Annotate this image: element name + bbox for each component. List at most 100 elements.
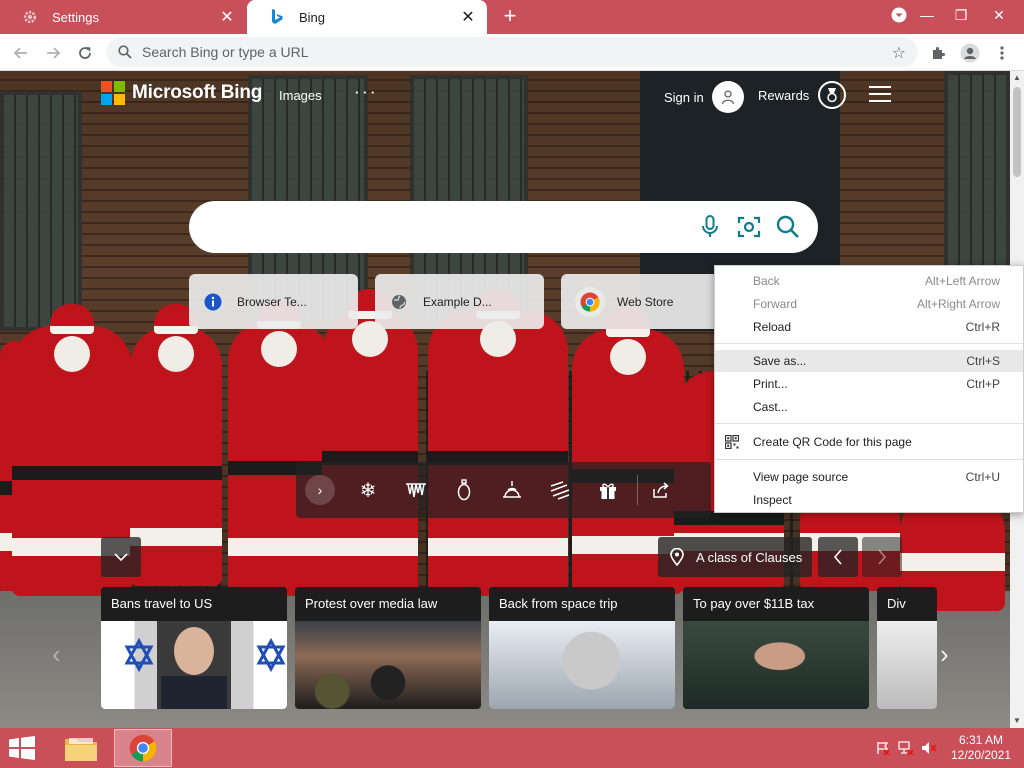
- browser-menu-button[interactable]: [989, 40, 1015, 66]
- microphone-icon[interactable]: [696, 213, 724, 241]
- more-options-icon[interactable]: · · ·: [355, 85, 375, 100]
- back-button[interactable]: [8, 40, 34, 66]
- address-input[interactable]: [142, 44, 842, 60]
- menu-item-print[interactable]: Print... Ctrl+P: [715, 373, 1023, 395]
- minimize-button[interactable]: —: [910, 2, 944, 28]
- tab-settings[interactable]: Settings ✕: [0, 0, 246, 34]
- nav-images-link[interactable]: Images: [279, 88, 322, 103]
- quick-link-example-domain[interactable]: Example D...: [375, 274, 544, 329]
- new-tab-button[interactable]: +: [499, 5, 521, 29]
- next-image-button[interactable]: [862, 537, 902, 577]
- reload-button[interactable]: [72, 40, 98, 66]
- news-card[interactable]: Div: [877, 587, 937, 709]
- news-previous-icon[interactable]: ‹: [52, 639, 61, 670]
- quick-link-web-store[interactable]: Web Store: [561, 274, 721, 329]
- profile-button[interactable]: [957, 40, 983, 66]
- network-icon[interactable]: [897, 740, 915, 756]
- quick-link-label: Browser Te...: [237, 294, 307, 309]
- scrollbar-thumb[interactable]: [1013, 87, 1021, 177]
- windows-logo-icon: [9, 736, 35, 760]
- candy-stripes-icon[interactable]: [536, 466, 584, 514]
- rewards-button[interactable]: Rewards: [758, 81, 847, 109]
- menu-item-create-qr-code[interactable]: Create QR Code for this page: [715, 431, 1023, 453]
- bing-search-box: [189, 201, 818, 253]
- close-tab-icon[interactable]: ✕: [218, 7, 236, 27]
- menu-label: Inspect: [753, 493, 792, 507]
- menu-label: Back: [753, 274, 780, 288]
- scroll-up-icon[interactable]: ▲: [1010, 71, 1024, 85]
- close-tab-icon[interactable]: ✕: [459, 7, 477, 27]
- news-title: Div: [877, 587, 937, 621]
- gift-icon[interactable]: [584, 466, 632, 514]
- scroll-down-icon[interactable]: ▼: [1010, 714, 1024, 728]
- quick-link-label: Example D...: [423, 294, 492, 309]
- expand-button[interactable]: ›: [296, 466, 344, 514]
- menu-label: Save as...: [753, 354, 807, 368]
- chevron-down-icon: [114, 553, 128, 562]
- menu-item-back[interactable]: Back Alt+Left Arrow: [715, 270, 1023, 292]
- flag-image-icon: [124, 627, 286, 709]
- microsoft-bing-logo[interactable]: Microsoft Bing: [101, 81, 262, 105]
- sign-in-button[interactable]: Sign in: [664, 81, 744, 113]
- news-card[interactable]: To pay over $11B tax: [683, 587, 869, 709]
- menu-item-save-as[interactable]: Save as... Ctrl+S: [715, 350, 1023, 372]
- image-headline[interactable]: A class of Clauses: [658, 537, 812, 577]
- sign-in-label: Sign in: [664, 89, 704, 105]
- address-bar[interactable]: ☆: [106, 37, 918, 67]
- menu-separator: [715, 343, 1023, 344]
- bing-logo-icon: [269, 9, 285, 25]
- file-explorer-taskbar-button[interactable]: [52, 729, 110, 767]
- globe-icon: [389, 292, 409, 312]
- system-clock[interactable]: 6:31 AM 12/20/2021: [948, 733, 1014, 763]
- tab-bing[interactable]: Bing ✕: [247, 0, 487, 34]
- news-card[interactable]: Back from space trip: [489, 587, 675, 709]
- forward-button[interactable]: [40, 40, 66, 66]
- restore-button[interactable]: ❐: [944, 2, 978, 28]
- extensions-button[interactable]: [925, 40, 951, 66]
- bing-search-input[interactable]: [213, 215, 693, 233]
- hamburger-menu-icon[interactable]: [869, 86, 891, 107]
- menu-label: Cast...: [753, 400, 788, 414]
- volume-muted-icon[interactable]: [920, 740, 938, 756]
- menu-shortcut: Ctrl+R: [965, 320, 1000, 334]
- menu-shortcut: Ctrl+U: [965, 470, 1000, 484]
- menu-item-cast[interactable]: Cast...: [715, 396, 1023, 418]
- tab-title: Bing: [299, 9, 326, 25]
- chrome-taskbar-button[interactable]: [114, 729, 172, 767]
- divider: [637, 475, 638, 505]
- image-info-toolbar: › ❄: [296, 462, 711, 518]
- ornament-icon[interactable]: [440, 466, 488, 514]
- bookmark-star-icon[interactable]: ☆: [892, 43, 906, 63]
- icicles-icon[interactable]: [392, 466, 440, 514]
- tab-title: Settings: [52, 9, 99, 25]
- medal-icon: [818, 81, 847, 109]
- search-submit-icon[interactable]: [774, 213, 802, 241]
- close-window-button[interactable]: ✕: [982, 2, 1016, 28]
- menu-item-forward[interactable]: Forward Alt+Right Arrow: [715, 293, 1023, 315]
- info-icon: [203, 292, 223, 312]
- santa-figure: [228, 299, 330, 596]
- start-button[interactable]: [8, 736, 38, 760]
- qr-code-icon: [724, 434, 740, 452]
- menu-item-view-page-source[interactable]: View page source Ctrl+U: [715, 466, 1023, 488]
- news-title: Protest over media law: [295, 587, 481, 621]
- chevron-left-icon: [833, 549, 842, 565]
- action-center-flag-icon[interactable]: [874, 740, 892, 756]
- menu-label: Forward: [753, 297, 798, 311]
- snowflake-icon[interactable]: ❄: [344, 466, 392, 514]
- menu-item-reload[interactable]: Reload Ctrl+R: [715, 316, 1023, 338]
- previous-image-button[interactable]: [818, 537, 858, 577]
- news-card[interactable]: Bans travel to US: [101, 587, 287, 709]
- visual-search-icon[interactable]: [735, 213, 763, 241]
- quick-link-browser-test[interactable]: Browser Te...: [189, 274, 358, 329]
- share-icon[interactable]: [643, 466, 679, 514]
- news-next-icon[interactable]: ›: [940, 639, 949, 670]
- collapse-button[interactable]: [101, 537, 141, 577]
- news-image: [489, 621, 675, 709]
- menu-item-inspect[interactable]: Inspect: [715, 489, 1023, 511]
- pudding-icon[interactable]: [488, 466, 536, 514]
- reload-icon: [79, 47, 91, 59]
- arrow-left-icon: [13, 47, 27, 59]
- chrome-icon: [575, 286, 605, 317]
- news-card[interactable]: Protest over media law: [295, 587, 481, 709]
